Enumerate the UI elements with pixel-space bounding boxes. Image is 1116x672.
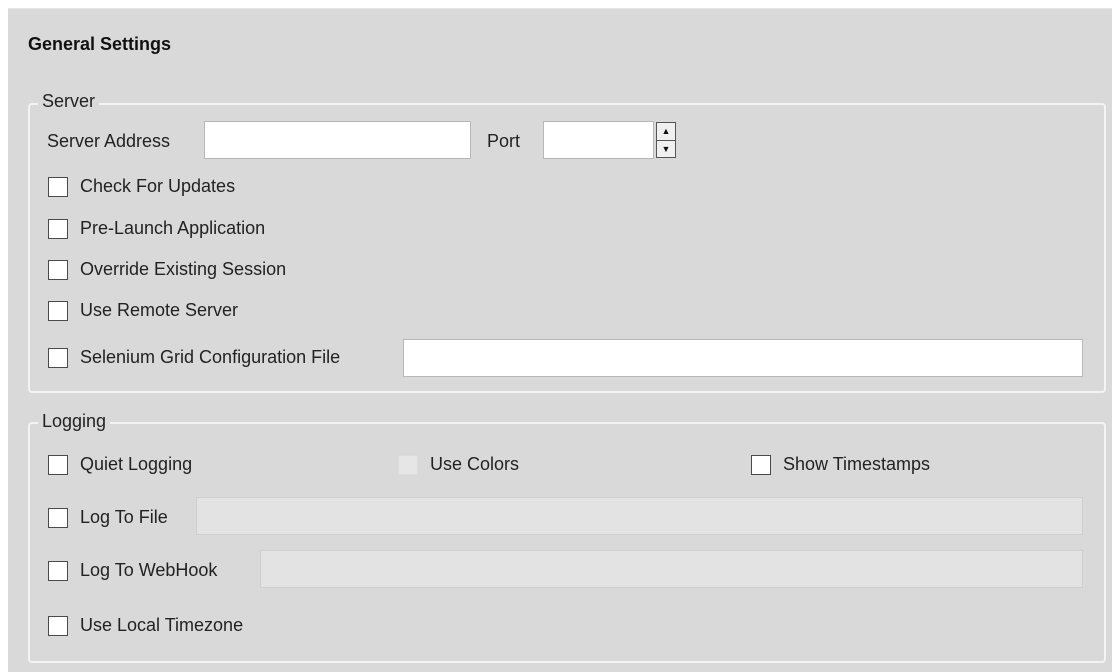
- port-spinner[interactable]: ▲ ▼: [656, 122, 676, 158]
- quiet-logging-label: Quiet Logging: [80, 454, 193, 474]
- selenium-grid-config-checkbox[interactable]: Selenium Grid Configuration File: [48, 347, 340, 368]
- override-existing-session-label: Override Existing Session: [80, 259, 287, 279]
- use-remote-server-checkbox[interactable]: Use Remote Server: [48, 300, 238, 321]
- checkbox-box[interactable]: [48, 218, 68, 239]
- use-remote-server-label: Use Remote Server: [80, 300, 239, 320]
- show-timestamps-label: Show Timestamps: [783, 454, 931, 474]
- checkbox-box[interactable]: [48, 347, 68, 368]
- checkbox-box[interactable]: [48, 615, 68, 636]
- selenium-grid-config-input[interactable]: [403, 339, 1083, 377]
- checkbox-box[interactable]: [48, 176, 68, 197]
- checkbox-box[interactable]: [48, 454, 68, 475]
- show-timestamps-checkbox[interactable]: Show Timestamps: [751, 454, 930, 475]
- triangle-up-icon[interactable]: ▲: [657, 123, 675, 141]
- use-colors-label: Use Colors: [430, 454, 520, 474]
- server-address-label: Server Address: [47, 131, 171, 151]
- logging-group-legend: Logging: [38, 411, 111, 432]
- checkbox-box[interactable]: [751, 454, 771, 475]
- server-address-input[interactable]: [204, 121, 471, 159]
- check-for-updates-checkbox[interactable]: Check For Updates: [48, 176, 235, 197]
- check-for-updates-label: Check For Updates: [80, 176, 236, 196]
- log-to-webhook-input: [260, 550, 1083, 588]
- port-input[interactable]: [543, 121, 654, 159]
- checkbox-box[interactable]: [48, 560, 68, 581]
- port-label: Port: [487, 131, 521, 151]
- quiet-logging-checkbox[interactable]: Quiet Logging: [48, 454, 192, 475]
- log-to-webhook-checkbox[interactable]: Log To WebHook: [48, 560, 217, 581]
- checkbox-box: [398, 454, 418, 475]
- triangle-down-icon[interactable]: ▼: [657, 141, 675, 158]
- checkbox-box[interactable]: [48, 259, 68, 280]
- page-title: General Settings: [28, 34, 172, 54]
- server-group-legend: Server: [38, 91, 100, 112]
- selenium-grid-config-label: Selenium Grid Configuration File: [80, 347, 341, 367]
- log-to-file-checkbox[interactable]: Log To File: [48, 507, 168, 528]
- log-to-file-label: Log To File: [80, 507, 168, 527]
- checkbox-box[interactable]: [48, 507, 68, 528]
- override-existing-session-checkbox[interactable]: Override Existing Session: [48, 259, 286, 280]
- pre-launch-application-checkbox[interactable]: Pre-Launch Application: [48, 218, 265, 239]
- pre-launch-application-label: Pre-Launch Application: [80, 218, 266, 238]
- checkbox-box[interactable]: [48, 300, 68, 321]
- use-colors-checkbox: Use Colors: [398, 454, 519, 475]
- log-to-webhook-label: Log To WebHook: [80, 560, 218, 580]
- use-local-timezone-label: Use Local Timezone: [80, 615, 244, 635]
- use-local-timezone-checkbox[interactable]: Use Local Timezone: [48, 615, 243, 636]
- log-to-file-input: [196, 497, 1083, 535]
